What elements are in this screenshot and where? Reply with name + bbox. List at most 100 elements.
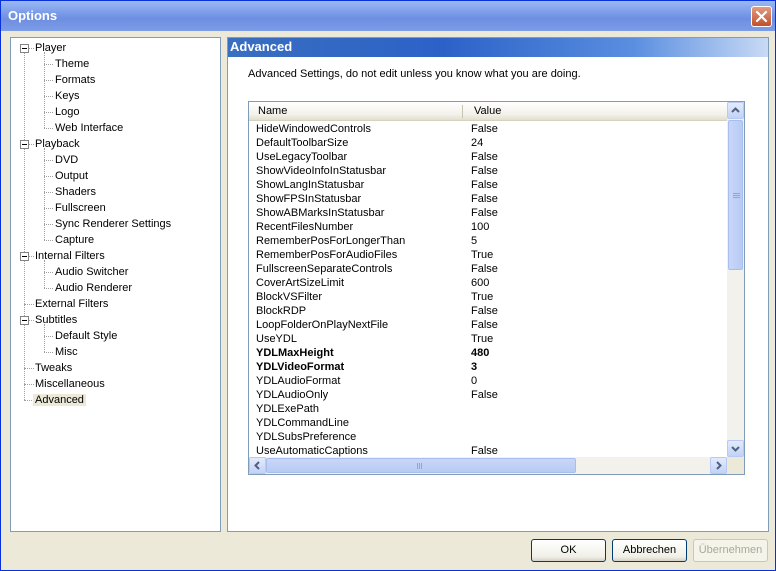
tree-connector [44,112,53,113]
tree-connector [44,160,53,161]
setting-row[interactable]: RecentFilesNumber 100 [249,220,727,234]
tree-item[interactable]: Default Style [53,328,119,344]
setting-value: False [471,151,498,163]
tree-connector [44,352,53,353]
settings-tree[interactable]: Player Theme Formats Keys Logo Web Interface P… [10,37,221,532]
scroll-up-button[interactable] [727,102,744,119]
tree-item[interactable]: Sync Renderer Settings [53,216,173,232]
setting-value: False [471,389,498,401]
tree-connector [44,96,53,97]
setting-name: RememberPosForLongerThan [256,235,406,247]
setting-row[interactable]: FullscreenSeparateControls False [249,262,727,276]
tree-item[interactable]: Logo [53,104,81,120]
tree-item-label: Audio Switcher [55,266,129,278]
tree-item[interactable]: Miscellaneous [33,376,107,392]
setting-name: ShowFPSInStatusbar [256,193,362,205]
setting-row[interactable]: UseAutomaticCaptions False [249,444,727,458]
setting-row[interactable]: HideWindowedControls False [249,122,727,136]
setting-value: 600 [471,277,490,289]
setting-row[interactable]: YDLMaxHeight 480 [249,346,727,360]
tree-item[interactable]: Misc [53,344,80,360]
horizontal-scroll-thumb[interactable] [266,458,576,473]
tree-item[interactable]: Audio Switcher [53,264,130,280]
tree-item[interactable]: Shaders [53,184,98,200]
setting-row[interactable]: UseLegacyToolbar False [249,150,727,164]
setting-row[interactable]: YDLSubsPreference [249,430,727,444]
setting-row[interactable]: ShowFPSInStatusbar False [249,192,727,206]
setting-row[interactable]: LoopFolderOnPlayNextFile False [249,318,727,332]
setting-value: False [471,319,498,331]
tree-item[interactable]: Playback [33,136,82,152]
tree-item[interactable]: Output [53,168,90,184]
column-divider[interactable] [462,105,463,118]
title-bar[interactable]: Options [1,1,775,31]
tree-item-label: DVD [55,154,79,166]
setting-row[interactable]: BlockVSFilter True [249,290,727,304]
tree-item[interactable]: Capture [53,232,96,248]
chevron-down-icon [731,446,740,452]
collapse-icon[interactable] [20,44,29,53]
setting-name: YDLSubsPreference [256,431,357,443]
vertical-scrollbar[interactable] [727,102,744,457]
setting-row[interactable]: ShowLangInStatusbar False [249,178,727,192]
setting-row[interactable]: UseYDL True [249,332,727,346]
tree-item[interactable]: Keys [53,88,81,104]
setting-name: ShowLangInStatusbar [256,179,365,191]
setting-row[interactable]: YDLExePath [249,402,727,416]
setting-row[interactable]: ShowABMarksInStatusbar False [249,206,727,220]
tree-connector [44,176,53,177]
tree-item[interactable]: Web Interface [53,120,125,136]
tree-item-label: Audio Renderer [55,282,133,294]
close-icon [755,10,768,23]
vertical-scroll-thumb[interactable] [728,120,743,270]
tree-item-label: Sync Renderer Settings [55,218,172,230]
setting-name: ShowVideoInfoInStatusbar [256,165,387,177]
scroll-left-button[interactable] [249,457,266,474]
ok-button[interactable]: OK [531,539,606,562]
scroll-right-button[interactable] [710,457,727,474]
chevron-up-icon [731,107,740,113]
tree-item[interactable]: Tweaks [33,360,74,376]
setting-row[interactable]: YDLVideoFormat 3 [249,360,727,374]
apply-button[interactable]: Übernehmen [693,539,768,562]
column-header-name[interactable]: Name [258,105,287,117]
setting-row[interactable]: YDLAudioFormat 0 [249,374,727,388]
tree-item[interactable]: Subtitles [33,312,79,328]
close-button[interactable] [751,6,772,27]
tree-connector [44,288,53,289]
collapse-icon[interactable] [20,316,29,325]
setting-name: YDLAudioFormat [256,375,341,387]
setting-row[interactable]: YDLAudioOnly False [249,388,727,402]
setting-row[interactable]: YDLCommandLine [249,416,727,430]
collapse-icon[interactable] [20,140,29,149]
setting-row[interactable]: BlockRDP False [249,304,727,318]
setting-row[interactable]: ShowVideoInfoInStatusbar False [249,164,727,178]
setting-row[interactable]: RememberPosForLongerThan 5 [249,234,727,248]
setting-value: True [471,291,494,303]
tree-item[interactable]: Audio Renderer [53,280,134,296]
tree-item[interactable]: Internal Filters [33,248,107,264]
tree-item[interactable]: External Filters [33,296,110,312]
tree-item[interactable]: Formats [53,72,97,88]
setting-name: BlockVSFilter [256,291,323,303]
tree-item[interactable]: DVD [53,152,80,168]
setting-name: DefaultToolbarSize [256,137,349,149]
setting-row[interactable]: RememberPosForAudioFiles True [249,248,727,262]
horizontal-scrollbar[interactable] [249,457,727,474]
cancel-button[interactable]: Abbrechen [612,539,687,562]
tree-item[interactable]: Theme [53,56,91,72]
tree-connector [44,208,53,209]
advanced-settings-list[interactable]: Name Value HideWindowedControls False Defa… [248,101,745,475]
setting-name: YDLVideoFormat [256,361,345,373]
setting-name: UseLegacyToolbar [256,151,348,163]
tree-item[interactable]: Advanced [33,392,86,408]
setting-row[interactable]: CoverArtSizeLimit 600 [249,276,727,290]
tree-item[interactable]: Player [33,40,68,56]
column-header-value[interactable]: Value [474,105,501,117]
collapse-icon[interactable] [20,252,29,261]
scroll-down-button[interactable] [727,440,744,457]
setting-row[interactable]: DefaultToolbarSize 24 [249,136,727,150]
options-dialog: Options Player Theme Formats Keys Logo Web In… [0,0,776,571]
tree-item-label: Output [55,170,89,182]
tree-item[interactable]: Fullscreen [53,200,108,216]
